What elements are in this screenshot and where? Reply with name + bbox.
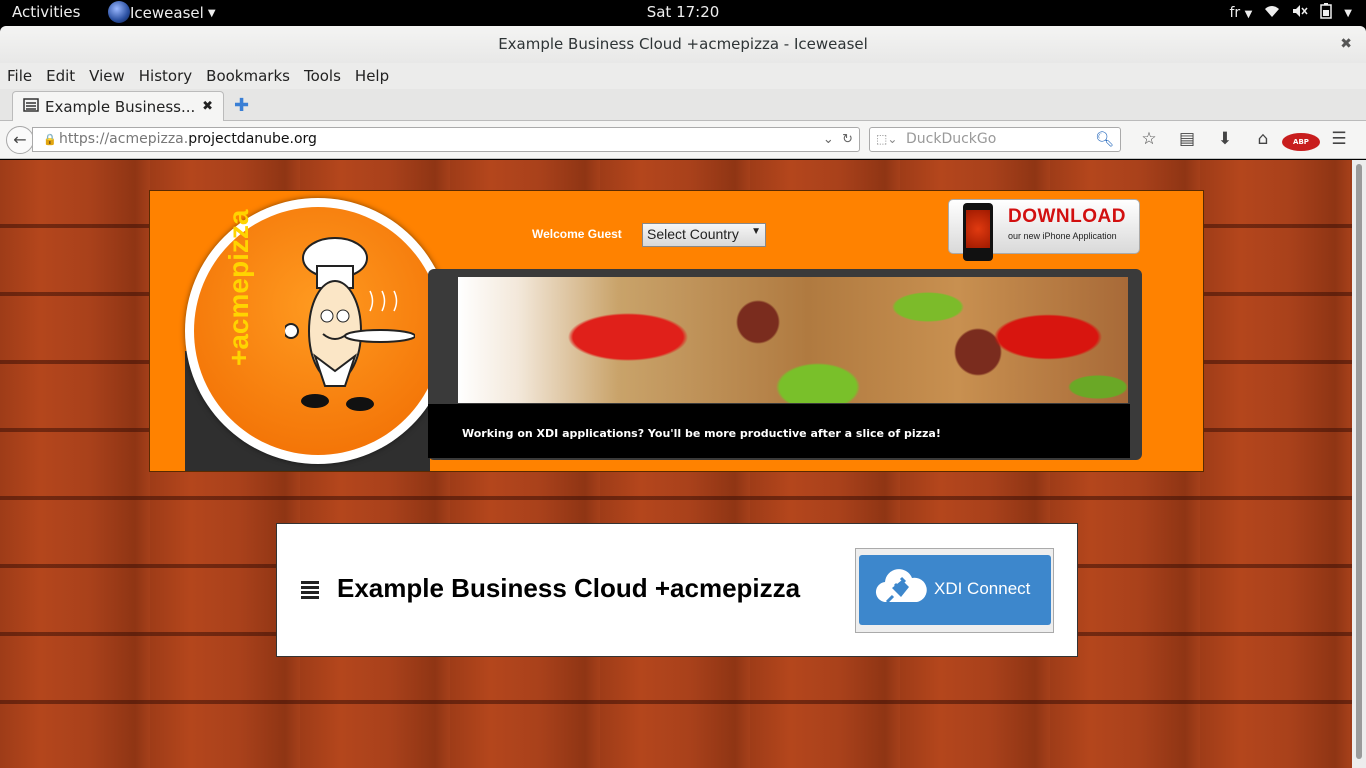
country-select[interactable]: Select Country ▼ bbox=[642, 223, 766, 247]
abp-badge: ABP bbox=[1282, 133, 1320, 151]
tab-label: Example Business... bbox=[45, 97, 196, 116]
xdi-connect-card: Example Business Cloud +acmepizza XDI Co… bbox=[276, 523, 1078, 657]
menu-edit[interactable]: Edit bbox=[39, 63, 82, 89]
search-icon[interactable]: 🔍︎ bbox=[1095, 128, 1114, 151]
url-history-dropdown-icon[interactable]: ⌄ bbox=[823, 132, 834, 147]
system-top-bar: Activities Iceweasel ▼ Sat 17:20 fr ▼ ▼ bbox=[0, 0, 1366, 26]
url-controls: ⌄ ↻ bbox=[823, 128, 853, 151]
volume-muted-icon bbox=[1292, 4, 1308, 22]
lock-icon[interactable]: 🔒 bbox=[43, 128, 57, 151]
list-icon bbox=[301, 581, 319, 599]
close-tab-icon[interactable]: ✖ bbox=[202, 99, 213, 114]
acmepizza-logo[interactable]: +acmepizza bbox=[185, 198, 451, 464]
card-title: Example Business Cloud +acmepizza bbox=[337, 573, 801, 603]
menu-bookmarks[interactable]: Bookmarks bbox=[199, 63, 297, 89]
url-host: projectdanube.org bbox=[188, 131, 317, 147]
reload-icon[interactable]: ↻ bbox=[842, 132, 853, 147]
search-placeholder: DuckDuckGo bbox=[906, 131, 997, 147]
logo-text: +acmepizza bbox=[223, 209, 254, 366]
chef-mascot-icon bbox=[285, 237, 415, 411]
battery-icon bbox=[1320, 3, 1333, 23]
chevron-down-icon: ▼ bbox=[751, 226, 761, 237]
cloud-plug-icon bbox=[875, 569, 927, 604]
country-select-value: Select Country bbox=[647, 226, 739, 242]
xdi-connect-label: XDI Connect bbox=[934, 579, 1031, 598]
xdi-connect-button[interactable]: XDI Connect bbox=[859, 555, 1051, 625]
keyboard-layout-indicator[interactable]: fr ▼ bbox=[1229, 5, 1252, 21]
welcome-guest-text: Welcome Guest bbox=[532, 227, 622, 241]
search-engine-icon[interactable]: ⬚⌄ bbox=[876, 128, 897, 151]
site-banner: +acmepizza Welcome Guest Select Country … bbox=[149, 190, 1204, 472]
page-content: +acmepizza Welcome Guest Select Country … bbox=[0, 160, 1352, 768]
menu-help[interactable]: Help bbox=[348, 63, 396, 89]
menu-bar: File Edit View History Bookmarks Tools H… bbox=[0, 63, 1366, 89]
back-arrow-icon[interactable]: ← bbox=[6, 126, 34, 154]
page-list-icon bbox=[23, 97, 39, 117]
hero-slideshow: Working on XDI applications? You'll be m… bbox=[428, 269, 1142, 460]
hero-caption: Working on XDI applications? You'll be m… bbox=[428, 404, 1130, 458]
url-bar[interactable]: 🔒 https://acmepizza.projectdanube.org ⌄ … bbox=[32, 127, 860, 152]
close-window-icon[interactable]: ✖ bbox=[1340, 26, 1352, 63]
download-subtitle: our new iPhone Application bbox=[1008, 231, 1117, 241]
clock[interactable]: Sat 17:20 bbox=[0, 3, 1366, 21]
xdi-connect-frame: XDI Connect bbox=[855, 548, 1054, 633]
keyboard-layout-label: fr bbox=[1229, 5, 1241, 21]
tab-bar: Example Business... ✖ ✚ bbox=[0, 89, 1366, 121]
menu-tools[interactable]: Tools bbox=[297, 63, 348, 89]
url-prefix: https://acmepizza. bbox=[59, 131, 189, 147]
scrollbar-thumb[interactable] bbox=[1356, 164, 1362, 759]
download-title: DOWNLOAD bbox=[1008, 206, 1126, 227]
page-scrollbar[interactable] bbox=[1352, 160, 1366, 768]
chevron-down-icon: ▼ bbox=[1344, 7, 1352, 19]
new-tab-icon[interactable]: ✚ bbox=[234, 95, 249, 116]
menu-file[interactable]: File bbox=[0, 63, 39, 89]
tab-example-business[interactable]: Example Business... ✖ bbox=[12, 91, 224, 121]
window-titlebar[interactable]: Example Business Cloud +acmepizza - Icew… bbox=[0, 26, 1366, 63]
download-iphone-app-button[interactable]: DOWNLOAD our new iPhone Application bbox=[948, 199, 1140, 261]
system-tray[interactable]: fr ▼ ▼ bbox=[1229, 3, 1352, 23]
iphone-icon bbox=[963, 203, 993, 261]
navigation-toolbar: ← 🔒 https://acmepizza.projectdanube.org … bbox=[0, 121, 1366, 169]
window-title: Example Business Cloud +acmepizza - Icew… bbox=[498, 35, 868, 53]
menu-view[interactable]: View bbox=[82, 63, 132, 89]
hero-caption-text: Working on XDI applications? You'll be m… bbox=[462, 427, 941, 440]
search-bar[interactable]: ⬚⌄ DuckDuckGo 🔍︎ bbox=[869, 127, 1121, 152]
menu-history[interactable]: History bbox=[132, 63, 199, 89]
pizza-hero-image bbox=[458, 277, 1128, 403]
wifi-icon bbox=[1264, 4, 1280, 22]
chevron-down-icon: ▼ bbox=[1244, 9, 1253, 20]
